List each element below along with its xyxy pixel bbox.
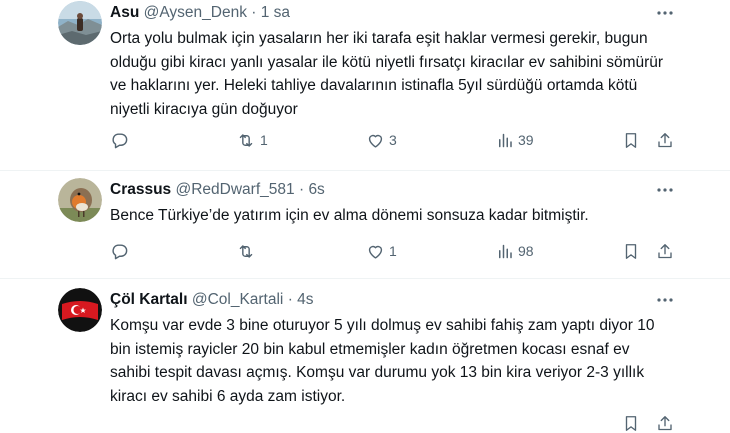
retweet-count: 1 <box>260 132 268 148</box>
like-button[interactable]: 1 <box>366 241 397 261</box>
views-button[interactable]: 98 <box>496 241 534 261</box>
reply-button[interactable] <box>110 130 133 150</box>
retweet-button[interactable]: 1 <box>236 130 268 150</box>
views-icon <box>499 133 512 147</box>
like-icon <box>368 134 383 148</box>
share-icon <box>658 132 672 147</box>
bookmark-icon <box>625 132 637 148</box>
retweet-button[interactable] <box>236 241 260 261</box>
separator-dot: · <box>251 4 257 21</box>
more-icon[interactable] <box>655 290 675 310</box>
author-name[interactable]: Crassus <box>110 181 171 198</box>
share-button[interactable] <box>656 241 674 261</box>
tweet-time[interactable]: 6s <box>308 181 324 198</box>
more-icon[interactable] <box>655 180 675 200</box>
tweet-1[interactable]: Asu @Aysen_Denk · 1 sa Orta yolu bulmak … <box>0 0 730 170</box>
views-button[interactable]: 39 <box>496 130 534 150</box>
author-handle[interactable]: @Col_Kartali <box>192 291 284 308</box>
reply-button[interactable] <box>110 241 133 261</box>
views-count: 98 <box>518 243 534 259</box>
bookmark-icon <box>625 243 637 259</box>
views-icon <box>499 244 512 258</box>
like-count: 3 <box>389 132 397 148</box>
share-button[interactable] <box>656 130 674 150</box>
tweet-time[interactable]: 1 sa <box>261 4 290 21</box>
bookmark-button[interactable] <box>622 413 640 433</box>
avatar[interactable] <box>58 288 102 332</box>
like-button[interactable]: 3 <box>366 130 397 150</box>
bookmark-button[interactable] <box>622 241 640 261</box>
more-icon[interactable] <box>655 3 675 23</box>
tweet-3[interactable]: Çöl Kartalı @Col_Kartali · 4s Komşu var … <box>0 279 730 431</box>
separator-dot: · <box>298 181 305 198</box>
tweet-time[interactable]: 4s <box>297 291 313 308</box>
reply-icon <box>112 132 128 148</box>
tweet-2[interactable]: Crassus @RedDwarf_581 · 6s Bence Türkiye… <box>0 171 730 278</box>
retweet-icon <box>239 244 253 258</box>
share-button[interactable] <box>656 413 674 433</box>
retweet-icon <box>239 133 253 147</box>
bookmark-button[interactable] <box>622 130 640 150</box>
share-icon <box>658 415 672 430</box>
author-name[interactable]: Asu <box>110 4 139 21</box>
like-count: 1 <box>389 243 397 259</box>
views-count: 39 <box>518 132 534 148</box>
like-icon <box>368 245 383 259</box>
author-name[interactable]: Çöl Kartalı <box>110 291 188 308</box>
separator-dot: · <box>287 291 293 308</box>
author-handle[interactable]: @RedDwarf_581 <box>176 181 295 198</box>
tweet-text: Orta yolu bulmak için yasaların her iki … <box>110 30 664 118</box>
reply-icon <box>112 243 128 259</box>
tweet-text: Komşu var evde 3 bine oturuyor 5 yılı do… <box>110 317 655 405</box>
bookmark-icon <box>625 415 637 431</box>
author-handle[interactable]: @Aysen_Denk <box>144 4 247 21</box>
avatar[interactable] <box>58 1 102 45</box>
share-icon <box>658 243 672 258</box>
avatar[interactable] <box>58 178 102 222</box>
tweet-text: Bence Türkiye’de yatırım için ev alma dö… <box>110 207 589 224</box>
